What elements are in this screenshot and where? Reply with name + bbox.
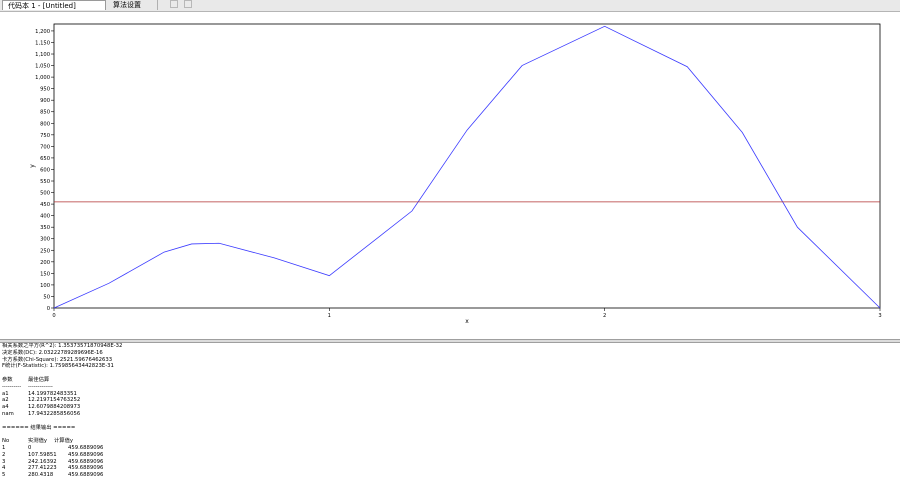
y-tick-label: 1,000 <box>35 75 50 81</box>
grid-icon <box>170 0 178 8</box>
param-col-name: 参数 <box>2 376 13 383</box>
row-calculated: 459.6889096 <box>68 444 104 451</box>
y-axis: 0 50 100 150 200 250 300 350 400 450 500 550 600 650 7… <box>35 29 54 312</box>
table-icon <box>184 0 192 8</box>
row-measured: 242.16392 <box>28 458 57 465</box>
param-header: 参数 最佳估算 <box>2 377 900 384</box>
param-name: a1 <box>2 390 9 397</box>
y-tick-label: 550 <box>40 179 50 185</box>
result-header: No 实测值y 计算值y <box>2 438 900 445</box>
param-sep-1: ---------- <box>2 383 22 390</box>
param-name: nam <box>2 410 14 417</box>
stat-f: F统计(F-Statistic): 1.75985643442823E-31 <box>2 363 114 370</box>
table-row: 3 242.16392 459.6889096 <box>2 459 900 466</box>
tab-bar: 代码本 1 - [Untitled] 算法设置 <box>0 0 900 12</box>
y-tick-label: 200 <box>40 260 50 266</box>
stat-chi-square: 卡方系数(Chi-Square): 2521.59676462633 <box>2 356 113 363</box>
y-tick-label: 600 <box>40 167 50 173</box>
result-output: 相关系数之平方(R^2): 1.35373571870948E-32 决定系数(… <box>0 343 900 491</box>
row-calculated: 459.6889096 <box>68 458 104 465</box>
line-chart: 0 50 100 150 200 250 300 350 400 450 500 550 600 650 7… <box>29 23 882 325</box>
row-no: 3 <box>2 458 6 465</box>
y-tick-label: 100 <box>40 283 50 289</box>
result-col-no: No <box>2 438 10 445</box>
table-row: 2 107.59851 459.6889096 <box>2 452 900 459</box>
x-tick-label: 0 <box>52 313 55 319</box>
param-value: 12.2197154763252 <box>28 397 81 404</box>
stat-dc: 决定系数(DC): 2.03222789289696E-16 <box>2 349 103 356</box>
y-tick-label: 800 <box>40 121 50 127</box>
param-value: 17.9432285856056 <box>28 410 81 417</box>
y-tick-label: 350 <box>40 225 50 231</box>
y-tick-label: 400 <box>40 214 50 220</box>
row-calculated: 459.6889096 <box>68 465 104 472</box>
y-tick-label: 1,050 <box>35 64 50 70</box>
row-measured: 280.4318 <box>28 472 54 479</box>
y-tick-label: 950 <box>40 87 50 93</box>
chart-panel: 0 50 100 150 200 250 300 350 400 450 500 550 600 650 7… <box>0 12 900 339</box>
y-tick-label: 750 <box>40 133 50 139</box>
row-no: 5 <box>2 472 6 479</box>
param-name: a4 <box>2 404 9 411</box>
tab-algorithm-settings[interactable]: 算法设置 <box>108 0 158 10</box>
x-tick-label: 1 <box>328 313 331 319</box>
x-axis-label: x <box>465 318 469 325</box>
row-measured: 277.41223 <box>28 465 57 472</box>
param-row: nam 17.9432285856056 <box>2 411 900 418</box>
result-col-calculated: 计算值y <box>54 438 74 445</box>
y-tick-label: 0 <box>47 306 50 312</box>
param-separator: ---------- ------------- <box>2 384 900 391</box>
plot-frame <box>53 23 881 309</box>
y-tick-label: 1,100 <box>35 52 50 58</box>
row-calculated: 459.6889096 <box>68 472 104 479</box>
param-value: 12.6079884208973 <box>28 404 81 411</box>
table-row: 5 280.4318 459.6889096 <box>2 472 900 479</box>
row-measured: 107.59851 <box>28 451 57 458</box>
param-row: a2 12.2197154763252 <box>2 397 900 404</box>
row-no: 2 <box>2 451 6 458</box>
param-col-value: 最佳估算 <box>28 376 50 383</box>
table-row: 4 277.41223 459.6889096 <box>2 465 900 472</box>
y-tick-label: 300 <box>40 237 50 243</box>
y-tick-label: 850 <box>40 110 50 116</box>
param-name: a2 <box>2 397 9 404</box>
x-tick-label: 3 <box>878 313 881 319</box>
result-title: ====== 结果输出 ===== <box>2 424 76 431</box>
y-tick-label: 1,150 <box>35 40 50 46</box>
param-value: 14.199782483351 <box>28 390 77 397</box>
tab-extra[interactable] <box>162 0 202 10</box>
y-tick-label: 500 <box>40 191 50 197</box>
y-tick-label: 700 <box>40 144 50 150</box>
tab-codebook[interactable]: 代码本 1 - [Untitled] <box>2 0 106 10</box>
y-tick-label: 1,200 <box>35 29 50 35</box>
param-row: a4 12.6079884208973 <box>2 404 900 411</box>
row-calculated: 459.6889096 <box>68 451 104 458</box>
y-axis-label: y <box>29 164 36 168</box>
stat-r2: 相关系数之平方(R^2): 1.35373571870948E-32 <box>2 343 123 349</box>
param-row: a1 14.199782483351 <box>2 391 900 398</box>
y-tick-label: 50 <box>43 294 50 300</box>
result-col-measured: 实测值y <box>28 438 48 445</box>
row-measured: 0 <box>28 444 32 451</box>
row-no: 1 <box>2 444 6 451</box>
y-tick-label: 250 <box>40 248 50 254</box>
y-tick-label: 900 <box>40 98 50 104</box>
param-sep-2: ------------- <box>28 383 53 390</box>
row-no: 4 <box>2 465 6 472</box>
y-tick-label: 450 <box>40 202 50 208</box>
x-tick-label: 2 <box>603 313 606 319</box>
table-row: 1 0 459.6889096 <box>2 445 900 452</box>
y-tick-label: 150 <box>40 271 50 277</box>
y-tick-label: 650 <box>40 156 50 162</box>
